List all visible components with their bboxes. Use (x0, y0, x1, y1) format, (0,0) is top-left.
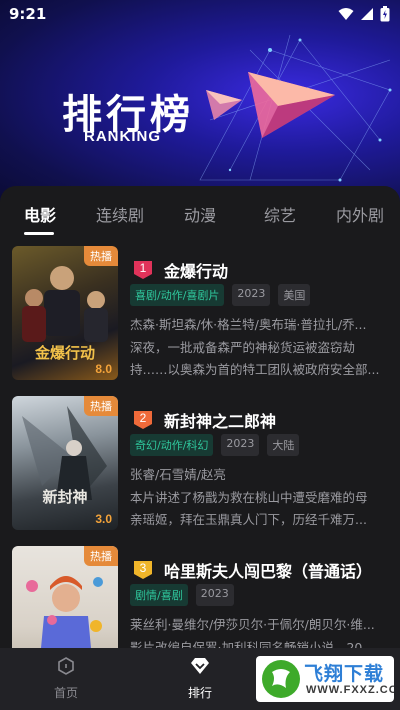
tag-row: 奇幻/动作/科幻 2023 大陆 (130, 434, 300, 456)
battery-icon (380, 6, 390, 22)
tag-row: 喜剧/动作/喜剧片 2023 美国 (130, 284, 311, 306)
ranking-banner: 9:21 排行榜 RANKING (0, 0, 400, 210)
poster-image[interactable]: 金爆行动 热播 8.0 (12, 246, 118, 380)
tab-foreign-drama[interactable]: 内外剧 (336, 202, 384, 226)
category-tabs: 电影 连续剧 动漫 综艺 内外剧 (0, 186, 400, 236)
ranking-list-panel: 电影 连续剧 动漫 综艺 内外剧 金爆行动 热播 8.0 1 金爆行动 喜剧/动… (0, 186, 400, 648)
poster-image[interactable]: 热播 (12, 546, 118, 648)
cast-line: 张睿/石雪婧/赵亮 (130, 467, 226, 482)
ranking-icon (191, 658, 209, 674)
wifi-icon (338, 8, 354, 20)
home-icon (58, 657, 74, 675)
rank-number: 1 (139, 261, 147, 275)
signal-icon (361, 8, 373, 20)
nav-home-label: 首页 (53, 686, 78, 700)
site-watermark: 飞翔下载 WWW.FXXZ.COM (256, 656, 394, 702)
description-line: 持……以奥森为首的特工团队被政府安全部... (130, 362, 380, 377)
rank-number: 2 (139, 411, 147, 425)
status-time: 9:21 (9, 5, 47, 23)
nav-ranking[interactable]: 排行 (165, 656, 235, 701)
year-tag: 2023 (221, 434, 260, 456)
nav-home[interactable]: 首页 (31, 656, 101, 701)
score-label: 3.0 (95, 512, 112, 526)
paper-plane-art (199, 34, 392, 182)
hot-badge: 热播 (84, 546, 118, 566)
ranking-item[interactable]: 新封神 热播 3.0 2 新封神之二郎神 奇幻/动作/科幻 2023 大陆 张睿… (12, 396, 392, 532)
region-tag: 美国 (278, 284, 311, 306)
status-bar: 9:21 (0, 0, 400, 28)
description-line: 本片讲述了杨戬为救在桃山中遭受磨难的母 (130, 490, 368, 505)
hot-badge: 热播 (84, 246, 118, 266)
description-line: 影片改编自保罗·加利科同名畅销小说。20... (130, 640, 375, 648)
item-title[interactable]: 金爆行动 (164, 258, 228, 282)
year-tag: 2023 (232, 284, 271, 306)
score-label: 8.0 (95, 362, 112, 376)
description-line: 亲瑶姬，拜在玉鼎真人门下，历经千难万... (130, 512, 367, 527)
year-tag: 2023 (195, 584, 234, 606)
status-icons (338, 6, 390, 22)
active-tab-indicator (24, 232, 54, 235)
poster-title: 金爆行动 (34, 344, 95, 362)
description-line: 深夜，一批戒备森严的神秘货运被盗窃劫 (130, 340, 356, 355)
genre-tag: 喜剧/动作/喜剧片 (130, 284, 225, 306)
watermark-text: 飞翔下载 (304, 663, 385, 685)
genre-tag: 剧情/喜剧 (130, 584, 188, 606)
item-title[interactable]: 新封神之二郎神 (164, 408, 276, 432)
tab-series[interactable]: 连续剧 (96, 202, 144, 226)
cast-line: 莱丝利·曼维尔/伊莎贝尔·于佩尔/朗贝尔·维... (130, 617, 375, 632)
rank-number: 3 (139, 561, 147, 575)
tag-row: 剧情/喜剧 2023 (130, 584, 234, 606)
tab-anime[interactable]: 动漫 (184, 202, 216, 226)
region-tag: 大陆 (267, 434, 300, 456)
cast-line: 杰森·斯坦森/休·格兰特/奥布瑞·普拉扎/乔... (130, 317, 367, 332)
poster-title: 新封神 (42, 488, 88, 506)
hot-badge: 热播 (84, 396, 118, 416)
banner-subtitle: RANKING (84, 128, 161, 145)
nav-ranking-label: 排行 (187, 686, 212, 700)
item-title[interactable]: 哈里斯夫人闯巴黎（普通话） (164, 558, 372, 582)
ranking-item[interactable]: 热播 3 哈里斯夫人闯巴黎（普通话） 剧情/喜剧 2023 莱丝利·曼维尔/伊莎… (12, 546, 392, 648)
tab-movie[interactable]: 电影 (24, 202, 56, 226)
watermark-logo-icon (262, 660, 300, 698)
poster-image[interactable]: 新封神 热播 3.0 (12, 396, 118, 530)
genre-tag: 奇幻/动作/科幻 (130, 434, 214, 456)
ranking-item[interactable]: 金爆行动 热播 8.0 1 金爆行动 喜剧/动作/喜剧片 2023 美国 杰森·… (12, 246, 392, 382)
tab-variety[interactable]: 综艺 (264, 202, 296, 226)
watermark-url: WWW.FXXZ.COM (306, 684, 394, 696)
